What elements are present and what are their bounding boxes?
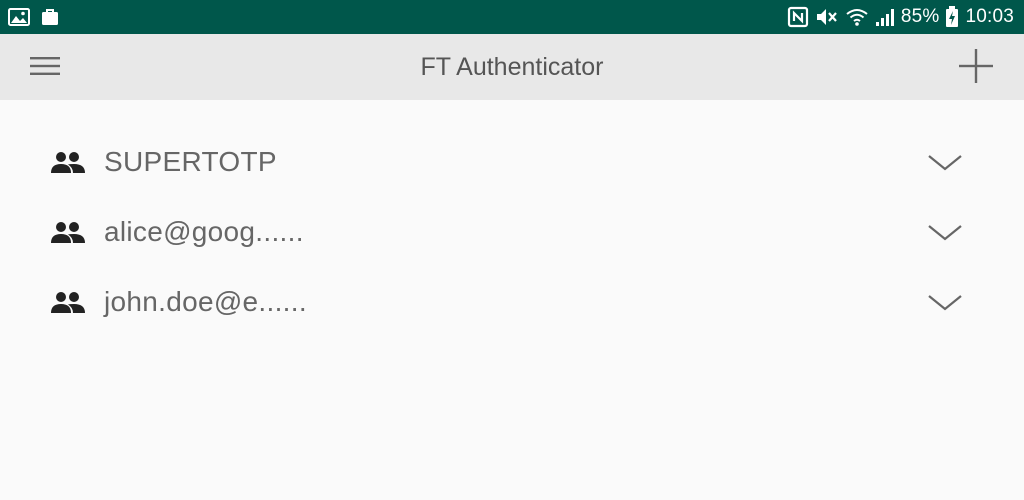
menu-button[interactable]: [26, 53, 64, 83]
battery-percent: 85%: [900, 6, 940, 27]
briefcase-icon: [40, 7, 60, 27]
chevron-down-icon[interactable]: [926, 222, 964, 244]
add-account-button[interactable]: [952, 48, 1000, 88]
app-toolbar: FT Authenticator: [0, 34, 1024, 100]
account-item-alice[interactable]: alice@goog......: [0, 202, 1024, 262]
account-label: SUPERTOTP: [104, 146, 277, 177]
app-title: FT Authenticator: [420, 53, 604, 81]
status-bar: 85% 10:03: [0, 0, 1024, 34]
account-label: alice@goog......: [104, 216, 304, 247]
status-time: 10:03: [965, 6, 1014, 27]
account-label: john.doe@e......: [104, 286, 307, 317]
mute-icon: [815, 6, 839, 28]
plus-icon: [957, 47, 995, 90]
account-item-john[interactable]: john.doe@e......: [0, 272, 1024, 332]
status-right-icons: 85% 10:03: [787, 6, 1014, 28]
account-item-supertotp[interactable]: SUPERTOTP: [0, 132, 1024, 192]
chevron-down-icon[interactable]: [926, 292, 964, 314]
signal-icon: [875, 7, 895, 27]
chevron-down-icon[interactable]: [926, 152, 964, 174]
people-icon: [50, 291, 86, 315]
status-left-icons: [8, 7, 60, 27]
wifi-icon: [845, 7, 869, 27]
hamburger-menu-icon: [28, 54, 62, 83]
nfc-icon: [787, 6, 809, 28]
people-icon: [50, 151, 86, 175]
image-icon: [8, 8, 30, 26]
people-icon: [50, 221, 86, 245]
battery-charging-icon: [945, 6, 959, 28]
